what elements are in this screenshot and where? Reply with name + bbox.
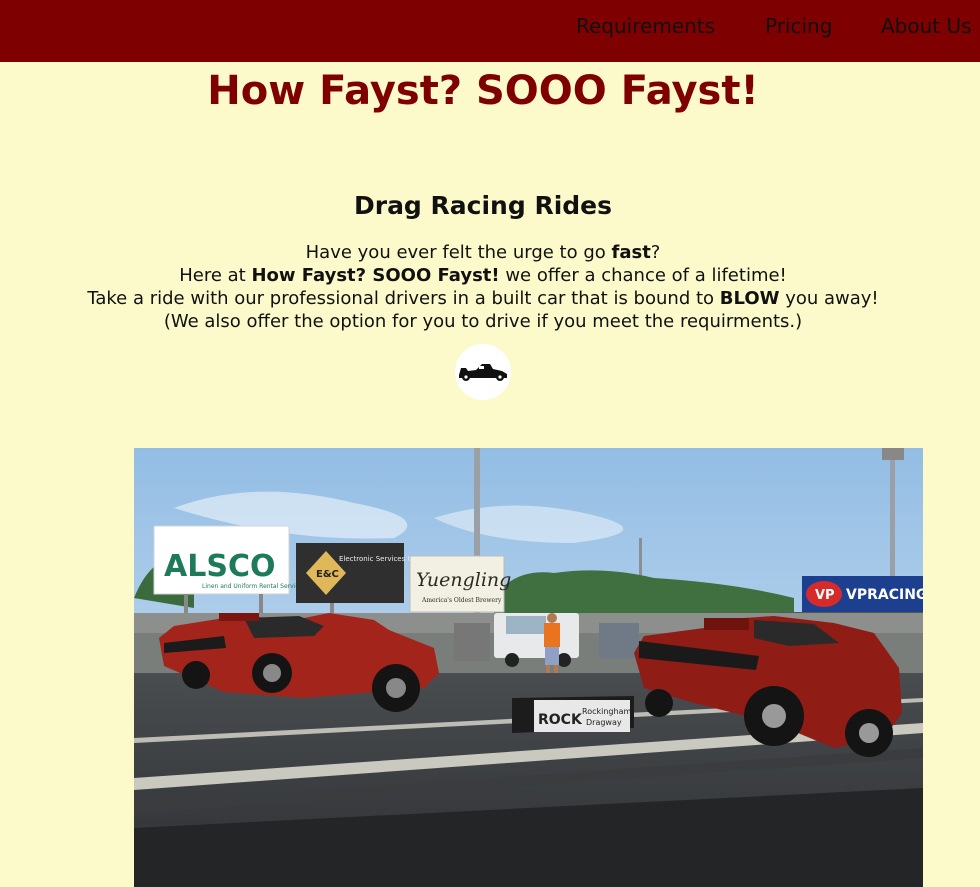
intro-line-3: Take a ride with our professional driver… xyxy=(87,288,879,309)
site-title: How Fayst? SOOO Fayst! xyxy=(207,68,759,114)
race-car-icon xyxy=(459,364,507,381)
yuengling-sign: Yuengling America's Oldest Brewery xyxy=(409,555,511,613)
svg-text:VPRACING: VPRACING xyxy=(846,587,923,603)
svg-text:ROCK: ROCK xyxy=(538,712,583,728)
intro-line-4: (We also offer the option for you to dri… xyxy=(163,311,803,332)
svg-text:Rockingham: Rockingham xyxy=(582,707,631,716)
drag-race-photo: ALSCO Linen and Uniform Rental Services … xyxy=(134,448,923,887)
intro-line-1: Have you ever felt the urge to go fast? xyxy=(305,242,661,263)
nav-link-pricing[interactable]: Pricing xyxy=(765,13,832,39)
section-title: Drag Racing Rides xyxy=(353,191,612,220)
rockingham-wall-sign: ROCK Rockingham Dragway xyxy=(512,696,634,733)
svg-text:E&C: E&C xyxy=(316,569,339,580)
top-navbar: Requirements Pricing About Us xyxy=(0,0,980,62)
nav-link-about-us[interactable]: About Us xyxy=(881,13,972,39)
svg-text:Linen and Uniform Rental Servi: Linen and Uniform Rental Services xyxy=(202,583,305,590)
svg-text:ALSCO: ALSCO xyxy=(164,549,275,584)
svg-text:Dragway: Dragway xyxy=(586,718,622,727)
svg-text:Yuengling: Yuengling xyxy=(416,569,511,591)
svg-text:Electronic Services Co.: Electronic Services Co. xyxy=(339,555,419,563)
svg-text:VP: VP xyxy=(815,588,835,603)
intro-text: Have you ever felt the urge to go fast? … xyxy=(0,241,966,333)
race-car-logo xyxy=(455,344,511,400)
intro-line-2: Here at How Fayst? SOOO Fayst! we offer … xyxy=(179,265,787,286)
svg-text:America's Oldest Brewery: America's Oldest Brewery xyxy=(421,597,502,604)
nav-link-requirements[interactable]: Requirements xyxy=(576,13,715,39)
